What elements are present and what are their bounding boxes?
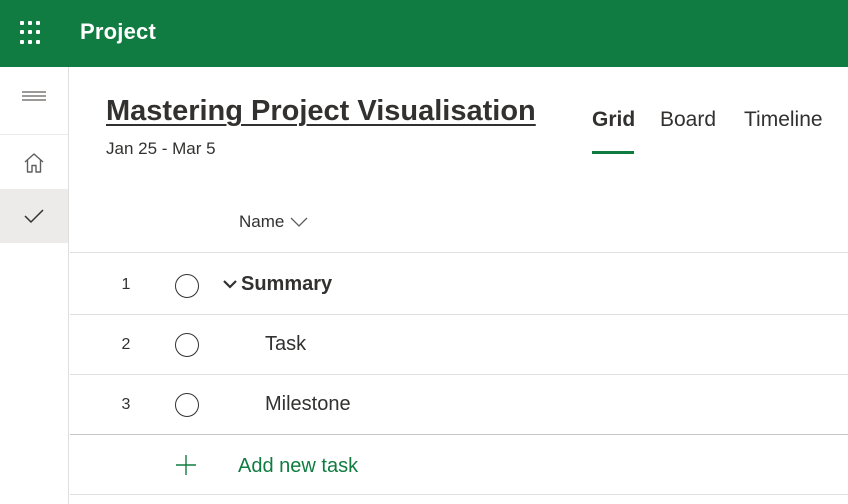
table-row[interactable]: 3 Milestone (70, 375, 848, 435)
home-button[interactable] (0, 136, 68, 190)
row-number: 2 (121, 336, 131, 353)
tasks-nav-button[interactable] (0, 189, 68, 243)
name-column-header[interactable]: Name (239, 212, 308, 232)
complete-task-checkbox[interactable] (175, 393, 199, 417)
row-number: 1 (121, 276, 131, 293)
add-new-task-label: Add new task (238, 455, 359, 477)
hamburger-icon (22, 91, 46, 101)
chevron-down-icon[interactable] (222, 279, 238, 291)
waffle-icon[interactable] (20, 21, 44, 45)
task-name[interactable]: Summary (241, 273, 332, 296)
app-header: Project (0, 0, 848, 67)
table-row[interactable]: 2 Task (70, 315, 848, 375)
tab-grid[interactable]: Grid (592, 108, 635, 132)
column-header-label: Name (239, 212, 285, 231)
chevron-down-icon (290, 217, 308, 227)
project-dates: Jan 25 - Mar 5 (106, 139, 216, 158)
add-new-task-button[interactable]: Add new task (70, 435, 848, 495)
rail-divider (0, 134, 68, 135)
complete-task-checkbox[interactable] (175, 274, 199, 298)
tab-board[interactable]: Board (660, 108, 716, 132)
tab-timeline[interactable]: Timeline (744, 108, 823, 132)
active-tab-indicator (592, 151, 634, 154)
task-name[interactable]: Task (265, 333, 306, 356)
plus-icon (176, 455, 196, 475)
menu-button[interactable] (0, 71, 68, 125)
row-number: 3 (121, 396, 131, 413)
header-divider (70, 252, 848, 253)
complete-task-checkbox[interactable] (175, 333, 199, 357)
project-title[interactable]: Mastering Project Visualisation (106, 95, 536, 128)
table-row[interactable]: 1 Summary (70, 255, 848, 315)
home-icon (24, 153, 44, 173)
app-title[interactable]: Project (80, 19, 156, 45)
checkmark-icon (24, 209, 44, 224)
left-rail (0, 67, 69, 504)
task-name[interactable]: Milestone (265, 393, 351, 416)
row-divider (70, 494, 848, 495)
